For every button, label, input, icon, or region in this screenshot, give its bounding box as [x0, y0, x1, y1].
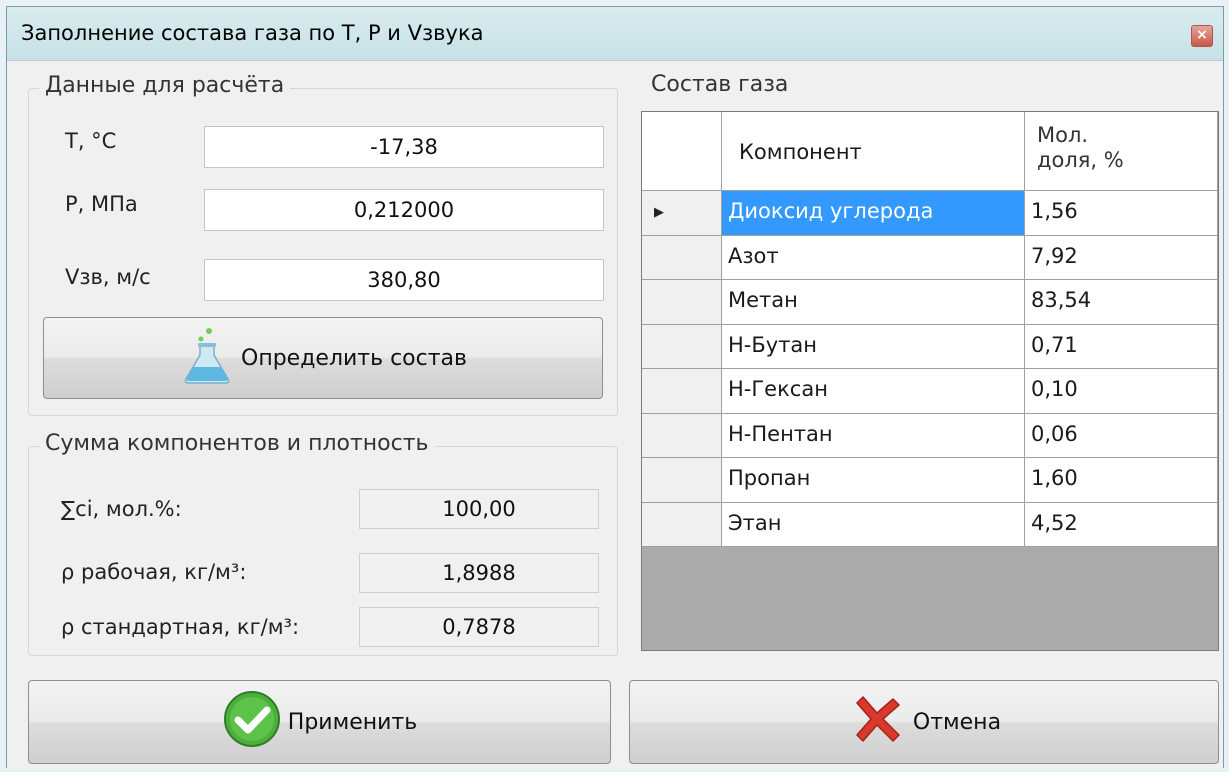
composition-grid[interactable]: Компонент Мол. доля, % ▶ Диоксид углерода…: [641, 111, 1219, 651]
component-cell[interactable]: Этан: [722, 502, 1025, 547]
sum-ci-value: 100,00: [359, 489, 599, 529]
flask-icon: [179, 326, 235, 390]
dialog-window: Заполнение состава газа по T, P и Vзвука…: [6, 6, 1224, 768]
temperature-input[interactable]: -17,38: [204, 126, 604, 168]
window-title: Заполнение состава газа по T, P и Vзвука: [21, 21, 484, 45]
dialog-body: Данные для расчёта T, °C -17,38 P, МПа 0…: [7, 62, 1223, 768]
component-cell[interactable]: Метан: [722, 280, 1025, 325]
input-data-group: Данные для расчёта T, °C -17,38 P, МПа 0…: [28, 73, 618, 416]
pressure-input[interactable]: 0,212000: [204, 189, 604, 231]
component-cell[interactable]: Н-Пентан: [722, 413, 1025, 458]
gas-composition-group-title: Состав газа: [645, 72, 795, 97]
density-working-label: ρ рабочая, кг/м³:: [61, 560, 247, 584]
grid-corner-cell: [642, 112, 722, 191]
title-bar: Заполнение состава газа по T, P и Vзвука…: [7, 7, 1223, 61]
component-cell[interactable]: Н-Бутан: [722, 324, 1025, 369]
fraction-cell[interactable]: 0,71: [1025, 324, 1218, 369]
pressure-label: P, МПа: [65, 192, 138, 216]
row-header-cell[interactable]: [642, 324, 722, 369]
fraction-cell[interactable]: 0,10: [1025, 369, 1218, 414]
column-header-fraction[interactable]: Мол. доля, %: [1025, 112, 1218, 191]
grid-header-row: Компонент Мол. доля, %: [642, 112, 1218, 191]
determine-composition-button[interactable]: Определить состав: [43, 317, 603, 399]
row-header-cell[interactable]: [642, 235, 722, 280]
determine-composition-label: Определить состав: [241, 345, 467, 371]
apply-label: Применить: [287, 709, 418, 735]
table-row[interactable]: Азот 7,92: [642, 235, 1218, 280]
fraction-cell[interactable]: 4,52: [1025, 502, 1218, 547]
table-row[interactable]: Этан 4,52: [642, 502, 1218, 547]
row-header-cell[interactable]: ▶: [642, 191, 722, 236]
component-cell[interactable]: Диоксид углерода: [722, 191, 1025, 236]
fraction-cell[interactable]: 0,06: [1025, 413, 1218, 458]
row-header-cell[interactable]: [642, 502, 722, 547]
fraction-cell[interactable]: 1,56: [1025, 191, 1218, 236]
row-header-cell[interactable]: [642, 369, 722, 414]
cancel-button[interactable]: Отмена: [629, 680, 1219, 764]
input-data-group-title: Данные для расчёта: [39, 73, 291, 98]
table-row[interactable]: Н-Бутан 0,71: [642, 324, 1218, 369]
table-row[interactable]: Метан 83,54: [642, 280, 1218, 325]
row-header-cell[interactable]: [642, 413, 722, 458]
table-row[interactable]: Н-Гексан 0,10: [642, 369, 1218, 414]
density-working-value: 1,8988: [359, 553, 599, 593]
table-row[interactable]: ▶ Диоксид углерода 1,56: [642, 191, 1218, 236]
row-header-cell[interactable]: [642, 280, 722, 325]
x-icon: [847, 689, 907, 755]
density-standard-value: 0,7878: [359, 607, 599, 647]
close-button[interactable]: ×: [1191, 25, 1213, 47]
row-header-cell[interactable]: [642, 458, 722, 503]
sound-speed-input[interactable]: 380,80: [204, 259, 604, 301]
table-row[interactable]: Н-Пентан 0,06: [642, 413, 1218, 458]
sum-density-group-title: Сумма компонентов и плотность: [39, 431, 435, 456]
component-cell[interactable]: Н-Гексан: [722, 369, 1025, 414]
column-header-component[interactable]: Компонент: [722, 112, 1025, 191]
fraction-cell[interactable]: 1,60: [1025, 458, 1218, 503]
apply-button[interactable]: Применить: [28, 680, 611, 764]
component-cell[interactable]: Пропан: [722, 458, 1025, 503]
density-standard-label: ρ стандартная, кг/м³:: [61, 615, 300, 639]
fraction-cell[interactable]: 83,54: [1025, 280, 1218, 325]
component-cell[interactable]: Азот: [722, 235, 1025, 280]
cancel-label: Отмена: [912, 709, 1002, 735]
check-icon: [222, 689, 282, 755]
temperature-label: T, °C: [65, 129, 117, 153]
fraction-cell[interactable]: 7,92: [1025, 235, 1218, 280]
sum-ci-label: ∑ci, мол.%:: [61, 497, 182, 521]
sound-speed-label: Vзв, м/с: [65, 265, 151, 289]
table-row[interactable]: Пропан 1,60: [642, 458, 1218, 503]
sum-density-group: Сумма компонентов и плотность ∑ci, мол.%…: [28, 431, 618, 656]
